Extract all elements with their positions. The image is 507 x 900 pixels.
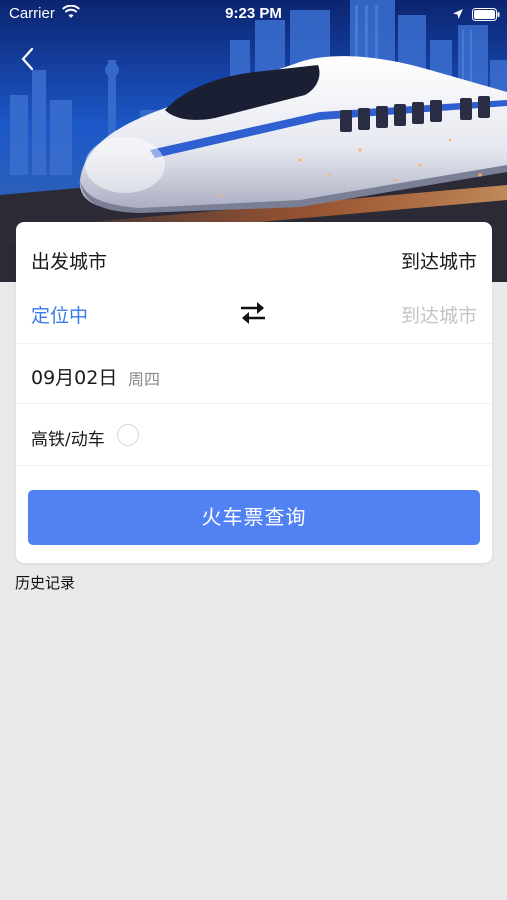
back-button[interactable]: [12, 46, 42, 76]
battery-icon: [472, 7, 500, 25]
city-labels-row: 出发城市 到达城市: [16, 222, 492, 290]
high-speed-label: 高铁/动车: [31, 430, 105, 450]
status-time: 9:23 PM: [225, 5, 282, 22]
chevron-left-icon: [20, 47, 34, 75]
city-select-row: 定位中 到达城市: [16, 290, 492, 344]
swap-arrows-icon: [237, 302, 269, 331]
arrival-city-input[interactable]: 到达城市: [401, 301, 477, 328]
swap-cities-button[interactable]: [237, 299, 269, 327]
date-row[interactable]: 09月02日 周四: [16, 344, 492, 404]
status-bar: Carrier 9:23 PM: [0, 0, 507, 28]
history-title: 历史记录: [15, 574, 76, 592]
departure-city-label: 出发城市: [31, 251, 108, 273]
departure-city-value[interactable]: 定位中: [31, 301, 88, 328]
search-tickets-button[interactable]: 火车票查询: [28, 490, 480, 545]
arrival-city-label: 到达城市: [400, 251, 477, 273]
high-speed-row: 高铁/动车: [16, 404, 492, 466]
location-arrow-icon: [452, 6, 464, 24]
ticket-search-card: 出发城市 到达城市 定位中 到达城市 09月02日 周四 高铁/动车 火车票查询: [16, 222, 492, 563]
departure-weekday: 周四: [128, 370, 161, 389]
departure-date[interactable]: 09月02日: [31, 363, 117, 390]
high-speed-checkbox[interactable]: [117, 424, 139, 446]
